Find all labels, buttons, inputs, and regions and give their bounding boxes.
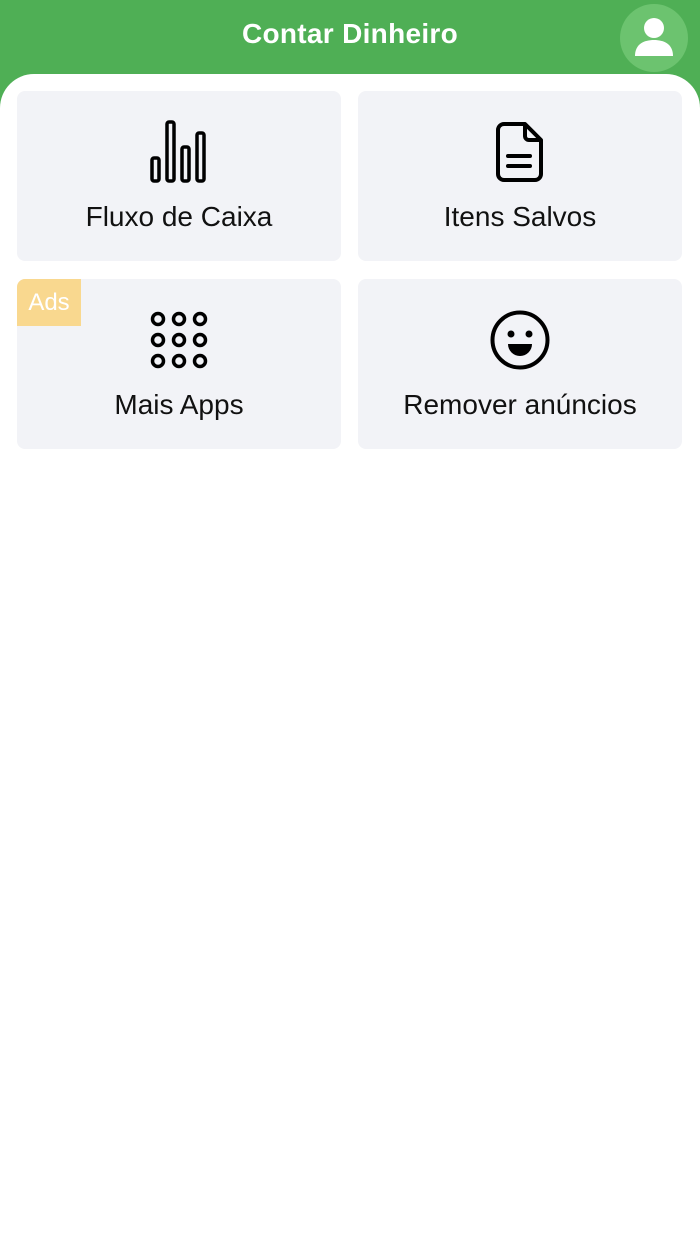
apps-grid-icon xyxy=(150,311,208,369)
tile-label: Itens Salvos xyxy=(443,201,597,232)
tile-label: Fluxo de Caixa xyxy=(85,201,273,232)
page-title: Contar Dinheiro xyxy=(241,18,459,49)
user-icon xyxy=(635,18,673,56)
tile-label: Mais Apps xyxy=(114,389,244,420)
tile-more-apps[interactable]: Ads Mais Apps xyxy=(17,279,341,449)
smile-icon xyxy=(490,310,550,370)
bar-chart-icon xyxy=(150,120,206,183)
profile-button[interactable] xyxy=(620,4,688,72)
tile-remove-ads[interactable]: Remover anúncios xyxy=(358,279,682,449)
tile-cash-flow[interactable]: Fluxo de Caixa xyxy=(17,91,341,261)
tile-label: Remover anúncios xyxy=(403,389,637,420)
document-icon xyxy=(496,122,543,182)
tile-saved-items[interactable]: Itens Salvos xyxy=(358,91,682,261)
app-screen: Contar Dinheiro Fluxo de Caixa Itens Sal… xyxy=(0,0,700,1244)
main-content: Fluxo de Caixa Itens Salvos Ads Mais App… xyxy=(0,74,700,1244)
